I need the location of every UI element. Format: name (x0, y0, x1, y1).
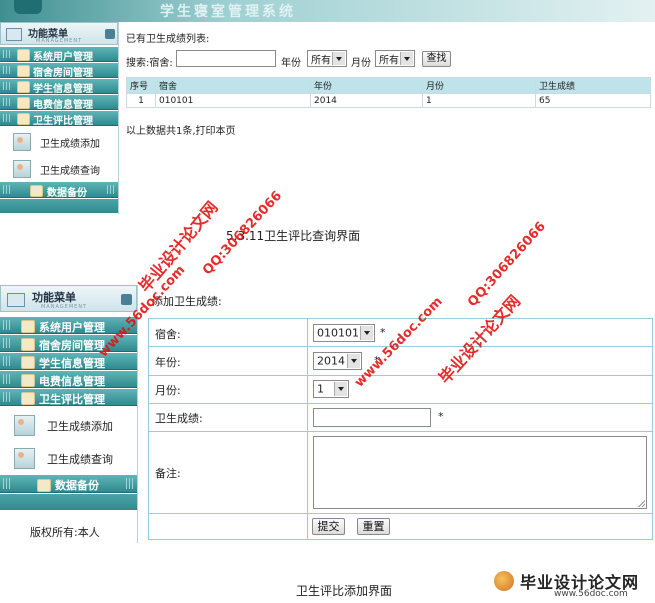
table-cell: 1 (422, 93, 536, 108)
reset-button[interactable]: 重置 (357, 518, 390, 535)
required-mark: * (380, 326, 386, 339)
chevron-down-icon (347, 354, 360, 368)
year-label: 年份: (155, 356, 181, 369)
banner-title: 学生寝室管理系统 (160, 4, 296, 20)
required-mark: * (438, 410, 444, 423)
hygiene-icon (21, 392, 35, 405)
menu-subtitle: MANAGEMENT (36, 38, 83, 44)
top-cat-electricity[interactable]: 电费信息管理 (0, 95, 118, 111)
search-label: 搜索:宿舍: (126, 58, 173, 69)
resize-handle-icon[interactable] (638, 500, 645, 507)
bottom-sub-query-score[interactable]: 卫生成绩查询 (0, 442, 137, 474)
table-header: 序号 (126, 77, 156, 94)
score-input[interactable] (313, 408, 431, 427)
submit-button[interactable]: 提交 (312, 518, 345, 535)
table-header: 宿舍 (155, 77, 311, 94)
chevron-down-icon (332, 52, 345, 65)
score-table: 序号 宿舍 年份 月份 卫生成绩 1 010101 2014 1 65 (126, 77, 651, 108)
student-icon (17, 81, 30, 93)
bottom-cat-hygiene[interactable]: 卫生评比管理 (0, 389, 137, 406)
bottom-menu-header: 功能菜单 MANAGEMENT (0, 285, 137, 312)
menu-subtitle: MANAGEMENT (41, 304, 88, 310)
table-cell: 65 (535, 93, 651, 108)
top-cat-backup[interactable]: 数据备份 (0, 182, 118, 199)
top-sub-add-score[interactable]: 卫生成绩添加 (0, 128, 118, 154)
table-cell: 2014 (310, 93, 423, 108)
top-banner: 学生寝室管理系统 (0, 0, 655, 22)
bottom-screenshot: 功能菜单 MANAGEMENT 系统用户管理 宿舍房间管理 学生信息管理 电费信… (0, 285, 655, 543)
banner-logo-icon (14, 0, 42, 14)
menu-folder-icon (6, 28, 22, 41)
bottom-cat-electricity[interactable]: 电费信息管理 (0, 371, 137, 388)
top-cat-hygiene[interactable]: 卫生评比管理 (0, 111, 118, 127)
chevron-down-icon (400, 52, 413, 65)
copyright-text: 版权所有:本人 (30, 526, 100, 539)
remark-label: 备注: (155, 467, 181, 480)
backup-icon (30, 185, 43, 197)
top-cat-dorm-rooms[interactable]: 宿舍房间管理 (0, 63, 118, 79)
table-header-row: 序号 宿舍 年份 月份 卫生成绩 (126, 77, 651, 94)
table-header: 月份 (422, 77, 536, 94)
dorm-select[interactable]: 010101 (313, 324, 375, 342)
score-add-icon (14, 415, 35, 436)
search-button[interactable]: 查找 (422, 51, 451, 67)
month-label: 月份: (155, 384, 181, 397)
month-select[interactable]: 所有 (375, 50, 415, 67)
site-logo: 毕业设计论文网 www.56doc.com (492, 565, 652, 601)
bottom-sidebar-footer (0, 494, 137, 510)
bottom-sub-add-score[interactable]: 卫生成绩添加 (0, 409, 137, 441)
top-cat-student-info[interactable]: 学生信息管理 (0, 79, 118, 95)
score-query-icon (13, 160, 31, 178)
top-cat-system-users[interactable]: 系统用户管理 (0, 47, 118, 63)
user-icon (21, 320, 35, 333)
year-select[interactable]: 所有 (307, 50, 347, 67)
top-sub-query-score[interactable]: 卫生成绩查询 (0, 155, 118, 181)
remark-textarea[interactable] (313, 436, 647, 509)
electricity-icon (21, 374, 35, 387)
bottom-cat-backup[interactable]: 数据备份 (0, 475, 137, 493)
chevron-down-icon (334, 382, 347, 396)
logo-url: www.56doc.com (554, 589, 628, 599)
list-title: 已有卫生成绩列表: (126, 34, 210, 45)
year-select[interactable]: 2014 (313, 352, 362, 370)
table-footer-text: 以上数据共1条,打印本页 (126, 126, 236, 137)
electricity-icon (17, 97, 30, 109)
score-label: 卫生成绩: (155, 412, 203, 425)
month-label: 月份 (351, 58, 371, 69)
menu-collapse-icon[interactable] (121, 294, 132, 305)
hygiene-icon (17, 113, 30, 125)
top-menu-header: 功能菜单 MANAGEMENT (0, 22, 118, 45)
menu-collapse-icon[interactable] (105, 29, 115, 39)
score-add-icon (13, 133, 31, 151)
table-header: 卫生成绩 (535, 77, 651, 94)
top-screenshot: 学生寝室管理系统 功能菜单 MANAGEMENT 系统用户管理 宿舍房间管理 学… (0, 0, 655, 214)
room-icon (21, 338, 35, 351)
chevron-down-icon (360, 326, 373, 340)
student-icon (21, 356, 35, 369)
table-cell: 010101 (155, 93, 311, 108)
table-row[interactable]: 1 010101 2014 1 65 (126, 93, 651, 108)
top-sidebar: 功能菜单 MANAGEMENT 系统用户管理 宿舍房间管理 学生信息管理 电费信… (0, 22, 119, 214)
menu-title: 功能菜单 (32, 291, 76, 304)
dorm-label: 宿舍: (155, 328, 181, 341)
logo-icon (494, 571, 514, 591)
bottom-cat-student-info[interactable]: 学生信息管理 (0, 353, 137, 370)
backup-icon (37, 479, 51, 492)
caption-bottom: 卫生评比添加界面 (296, 584, 393, 598)
table-cell: 1 (126, 93, 156, 108)
search-dorm-input[interactable] (176, 50, 276, 67)
room-icon (17, 65, 30, 77)
month-select[interactable]: 1 (313, 380, 349, 398)
user-icon (17, 49, 30, 61)
year-label: 年份 (281, 58, 301, 69)
table-header: 年份 (310, 77, 423, 94)
bottom-sidebar: 功能菜单 MANAGEMENT 系统用户管理 宿舍房间管理 学生信息管理 电费信… (0, 285, 138, 543)
menu-folder-icon (7, 293, 25, 307)
top-sidebar-footer (0, 199, 118, 213)
score-query-icon (14, 448, 35, 469)
